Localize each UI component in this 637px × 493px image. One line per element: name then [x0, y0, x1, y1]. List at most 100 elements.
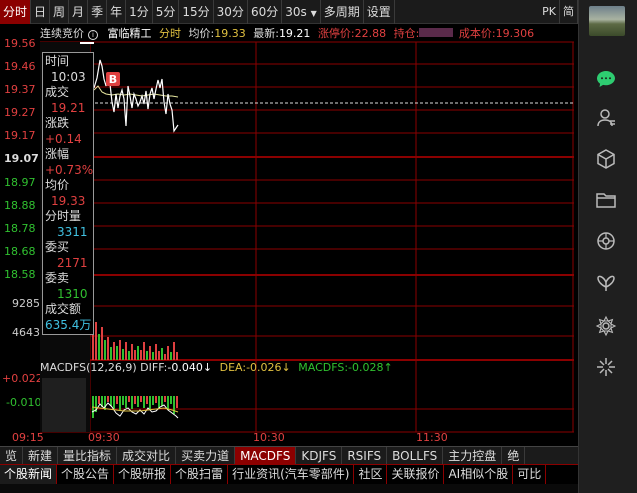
tab-30s-label: 30s	[285, 4, 307, 19]
price-label: 18.88	[4, 199, 36, 212]
tab-comparable[interactable]: 可比	[513, 465, 547, 484]
avg-price-line	[93, 85, 179, 98]
tab-rsifs[interactable]: RSIFS	[342, 447, 388, 464]
crosshair-info-panel: 时间 10:03 成交 19.21 涨跌 +0.14 涨幅 +0.73% 均价 …	[42, 52, 94, 335]
period-toolbar: 分时 日 周 月 季 年 1分 5分 15分 30分 60分 30s ▼ 多周期…	[0, 0, 578, 24]
x-axis-label: 10:30	[253, 431, 285, 444]
tab-announcements[interactable]: 个股公告	[57, 465, 115, 484]
tab-monthly[interactable]: 月	[69, 0, 89, 24]
buy-marker-label: B	[109, 73, 117, 86]
simple-mode-button[interactable]: 简	[560, 0, 578, 24]
tab-30s-dropdown[interactable]: 30s ▼	[282, 0, 321, 24]
avg-value: 19.33	[51, 193, 86, 208]
tab-quarterly[interactable]: 季	[88, 0, 108, 24]
vol-value: 19.21	[51, 100, 86, 115]
price-label: 18.58	[4, 268, 36, 281]
dea-label: DEA:	[219, 361, 247, 374]
price-label: 18.78	[4, 222, 36, 235]
macd-label: -0.010	[6, 396, 42, 409]
macd-histogram	[92, 396, 178, 418]
indicator-tabs: 览 新建 量比指标 成交对比 买卖力道 MACDFS KDJFS RSIFS B…	[0, 446, 578, 464]
tab-related-quotes[interactable]: 关联报价	[387, 465, 445, 484]
tab-new[interactable]: 新建	[23, 447, 59, 464]
tab-overview[interactable]: 览	[0, 447, 24, 464]
volume-label: 4643	[12, 326, 40, 339]
tab-multi-period[interactable]: 多周期	[321, 0, 364, 24]
pre-open-macd-area	[42, 378, 86, 432]
tab-risk-scan[interactable]: 个股扫雷	[171, 465, 229, 484]
tvol-value: 3311	[57, 224, 88, 239]
butterfly-icon[interactable]	[595, 272, 617, 294]
pct-label: 涨幅	[45, 147, 70, 161]
tab-more[interactable]: 绝	[502, 447, 526, 464]
chevron-down-icon: ▼	[310, 8, 317, 18]
tab-kdjfs[interactable]: KDJFS	[296, 447, 343, 464]
tab-intraday[interactable]: 分时	[0, 0, 32, 24]
avg-label: 均价	[45, 178, 70, 192]
tab-trade-compare[interactable]: 成交对比	[117, 447, 177, 464]
vol-label: 成交	[45, 85, 70, 99]
dea-value: -0.026↓	[246, 361, 291, 374]
time-label: 时间	[45, 54, 70, 68]
price-label: 19.46	[4, 60, 36, 73]
pk-button[interactable]: PK	[539, 0, 560, 24]
tab-buy-sell-force[interactable]: 买卖力道	[176, 447, 236, 464]
tab-bollfs[interactable]: BOLLFS	[387, 447, 444, 464]
user-icon[interactable]	[595, 107, 617, 129]
price-label: 18.68	[4, 245, 36, 258]
tab-5min[interactable]: 5分	[153, 0, 180, 24]
macd-header: MACDFS(12,26,9) DIFF:-0.040↓ DEA:-0.026↓…	[40, 361, 574, 376]
diff-value: -0.040↓	[167, 361, 213, 374]
aperture-icon[interactable]	[595, 230, 617, 252]
tab-macdfs[interactable]: MACDFS	[235, 447, 297, 464]
price-label: 18.97	[4, 176, 36, 189]
ask-value: 1310	[57, 286, 88, 301]
volume-bars	[92, 298, 178, 360]
amt-label: 成交额	[45, 302, 82, 316]
x-axis-label: 09:30	[88, 431, 120, 444]
macdfs-value: -0.028↑	[348, 361, 393, 374]
chat-icon[interactable]	[595, 68, 617, 90]
tab-research[interactable]: 个股研报	[114, 465, 172, 484]
star-icon[interactable]	[595, 356, 617, 378]
volume-label: 9285	[12, 297, 40, 310]
news-content-strip	[0, 484, 578, 493]
right-sidebar	[578, 0, 637, 493]
diff-label: DIFF:	[140, 361, 168, 374]
x-axis-label: 09:15	[12, 431, 44, 444]
tab-15min[interactable]: 15分	[179, 0, 214, 24]
tab-weekly[interactable]: 周	[50, 0, 70, 24]
bid-label: 委买	[45, 240, 70, 254]
cube-icon[interactable]	[595, 148, 617, 170]
ask-label: 委卖	[45, 271, 70, 285]
bid-value: 2171	[57, 255, 88, 270]
tab-yearly[interactable]: 年	[107, 0, 127, 24]
change-label: 涨跌	[45, 116, 70, 130]
tab-main-control[interactable]: 主力控盘	[443, 447, 503, 464]
tab-industry-news[interactable]: 行业资讯(汽车零部件)	[228, 465, 355, 484]
macdfs-label: MACDFS:	[298, 361, 349, 374]
avatar[interactable]	[589, 6, 625, 36]
prev-close-label: 19.07	[4, 152, 39, 165]
time-value: 10:03	[51, 69, 86, 84]
gear-flower-icon[interactable]	[595, 315, 617, 337]
tab-volume-ratio[interactable]: 量比指标	[58, 447, 118, 464]
tab-stock-news[interactable]: 个股新闻	[0, 465, 58, 484]
tab-daily[interactable]: 日	[31, 0, 51, 24]
stock-app-window: { "toolbar": { "items": ["分时","日","周","月…	[0, 0, 637, 493]
settings-button[interactable]: 设置	[364, 0, 395, 24]
folder-icon[interactable]	[595, 189, 617, 211]
tvol-label: 分时量	[45, 209, 82, 223]
change-value: +0.14	[45, 131, 82, 146]
macd-label: +0.022	[2, 372, 43, 385]
tab-60min[interactable]: 60分	[248, 0, 283, 24]
tab-community[interactable]: 社区	[354, 465, 388, 484]
pct-value: +0.73%	[45, 162, 94, 177]
price-label: 19.37	[4, 83, 36, 96]
tab-ai-similar[interactable]: AI相似个股	[444, 465, 514, 484]
price-label: 19.56	[4, 37, 36, 50]
news-tabs: 个股新闻 个股公告 个股研报 个股扫雷 行业资讯(汽车零部件) 社区 关联报价 …	[0, 464, 578, 484]
tab-30min[interactable]: 30分	[214, 0, 248, 24]
tab-1min[interactable]: 1分	[126, 0, 153, 24]
amt-value: 635.4万	[45, 317, 92, 332]
